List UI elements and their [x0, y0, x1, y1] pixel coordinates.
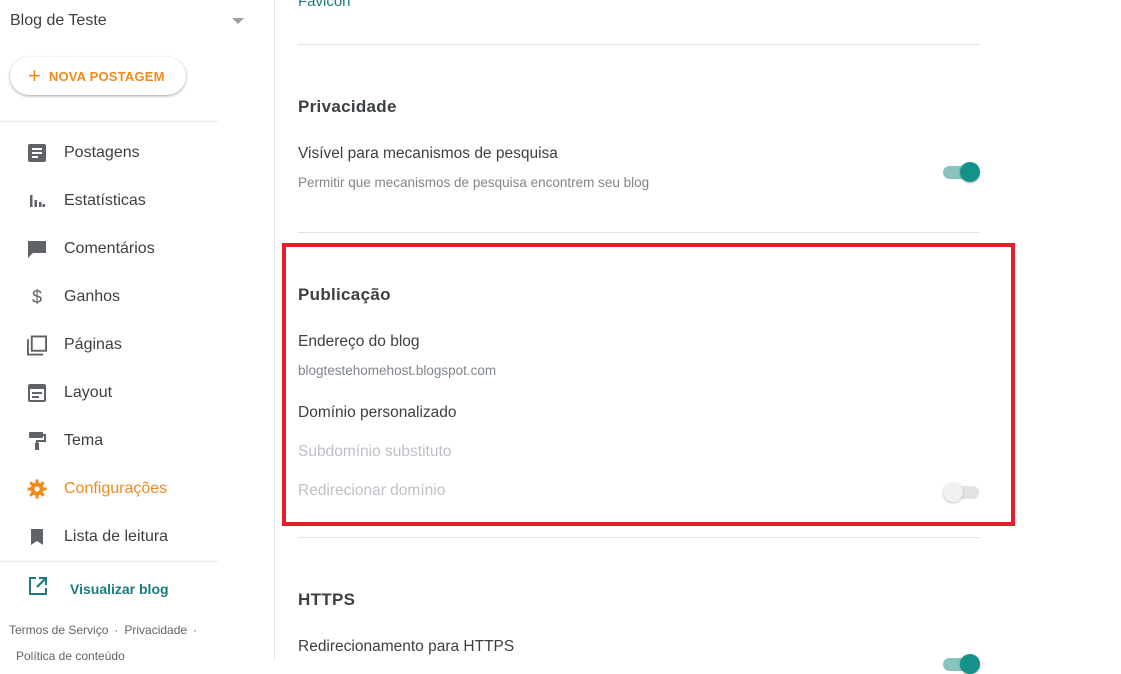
redirect-domain-label: Redirecionar domínio: [298, 482, 446, 499]
sidebar-item-layout[interactable]: Layout: [0, 369, 274, 417]
substitute-subdomain-label: Subdomínio substituto: [298, 443, 452, 460]
new-post-label: NOVA POSTAGEM: [48, 68, 165, 84]
sidebar-item-posts[interactable]: Postagens: [0, 129, 274, 177]
plus-icon: +: [28, 63, 41, 88]
footer-links: Termos de Serviço · Privacidade · Política …: [9, 617, 219, 669]
section-divider: [298, 537, 980, 538]
search-visible-description: Permitir que mecanismos de pesquisa enco…: [298, 175, 650, 190]
sidebar-item-label: Configurações: [64, 480, 168, 497]
sidebar-item-label: Tema: [64, 432, 104, 449]
sidebar-item-label: Comentários: [64, 240, 155, 257]
view-blog-label: Visualizar blog: [70, 580, 169, 597]
paint-roller-icon: [27, 431, 47, 451]
view-blog-link[interactable]: Visualizar blog: [28, 576, 169, 601]
favicon-setting[interactable]: Favicon: [298, 0, 351, 10]
pages-icon: [27, 335, 47, 355]
separator: ·: [114, 623, 119, 637]
settings-panel: Favicon Privacidade Visível para mecanis…: [275, 0, 1121, 674]
terms-link[interactable]: Termos de Serviço: [9, 623, 108, 637]
dollar-icon: $: [31, 286, 42, 307]
bookmark-icon: [27, 527, 47, 547]
sidebar: Blog de Teste + NOVA POSTAGEM Postagens …: [0, 0, 275, 663]
stats-icon: [27, 191, 47, 211]
https-redirect-toggle[interactable]: [943, 652, 981, 674]
section-title-https: HTTPS: [298, 590, 356, 609]
section-divider: [298, 44, 980, 45]
sidebar-item-pages[interactable]: Páginas: [0, 321, 274, 369]
sidebar-item-label: Layout: [64, 384, 113, 401]
blog-address-label[interactable]: Endereço do blog: [298, 333, 420, 351]
custom-domain-label[interactable]: Domínio personalizado: [298, 404, 457, 422]
sidebar-item-reading-list[interactable]: Lista de leitura: [0, 513, 274, 561]
sidebar-nav: Postagens Estatísticas Comentários $ Gan…: [0, 129, 274, 561]
redirect-domain-toggle[interactable]: [943, 480, 981, 502]
sidebar-item-settings[interactable]: Configurações: [0, 465, 274, 513]
sidebar-item-stats[interactable]: Estatísticas: [0, 177, 274, 225]
sidebar-item-earnings[interactable]: $ Ganhos: [0, 273, 274, 321]
blog-selector[interactable]: Blog de Teste: [10, 10, 250, 32]
https-redirect-label: Redirecionamento para HTTPS: [298, 638, 515, 655]
sidebar-item-theme[interactable]: Tema: [0, 417, 274, 465]
blog-address-value: blogtestehomehost.blogspot.com: [298, 363, 497, 378]
content-policy-link[interactable]: Política de conteúdo: [16, 649, 125, 663]
sidebar-item-label: Ganhos: [64, 288, 121, 305]
search-visible-toggle[interactable]: [943, 160, 981, 182]
sidebar-divider: [0, 561, 218, 562]
search-visible-label: Visível para mecanismos de pesquisa: [298, 145, 558, 162]
external-link-icon: [28, 576, 48, 601]
sidebar-divider: [0, 121, 218, 122]
privacy-link[interactable]: Privacidade: [124, 623, 187, 637]
layout-icon: [27, 383, 47, 403]
gear-icon: [27, 479, 47, 499]
sidebar-item-label: Postagens: [64, 144, 140, 161]
sidebar-item-label: Estatísticas: [64, 192, 146, 209]
sidebar-item-label: Lista de leitura: [64, 528, 169, 545]
sidebar-item-label: Páginas: [64, 336, 122, 353]
blog-name: Blog de Teste: [10, 12, 107, 29]
separator: ·: [193, 623, 198, 637]
posts-icon: [27, 143, 47, 163]
new-post-button[interactable]: + NOVA POSTAGEM: [10, 57, 186, 95]
sidebar-item-comments[interactable]: Comentários: [0, 225, 274, 273]
section-title-privacy: Privacidade: [298, 97, 397, 116]
comments-icon: [27, 239, 47, 259]
section-divider: [298, 232, 980, 233]
section-title-publication: Publicação: [298, 285, 391, 304]
chevron-down-icon: [232, 18, 244, 24]
